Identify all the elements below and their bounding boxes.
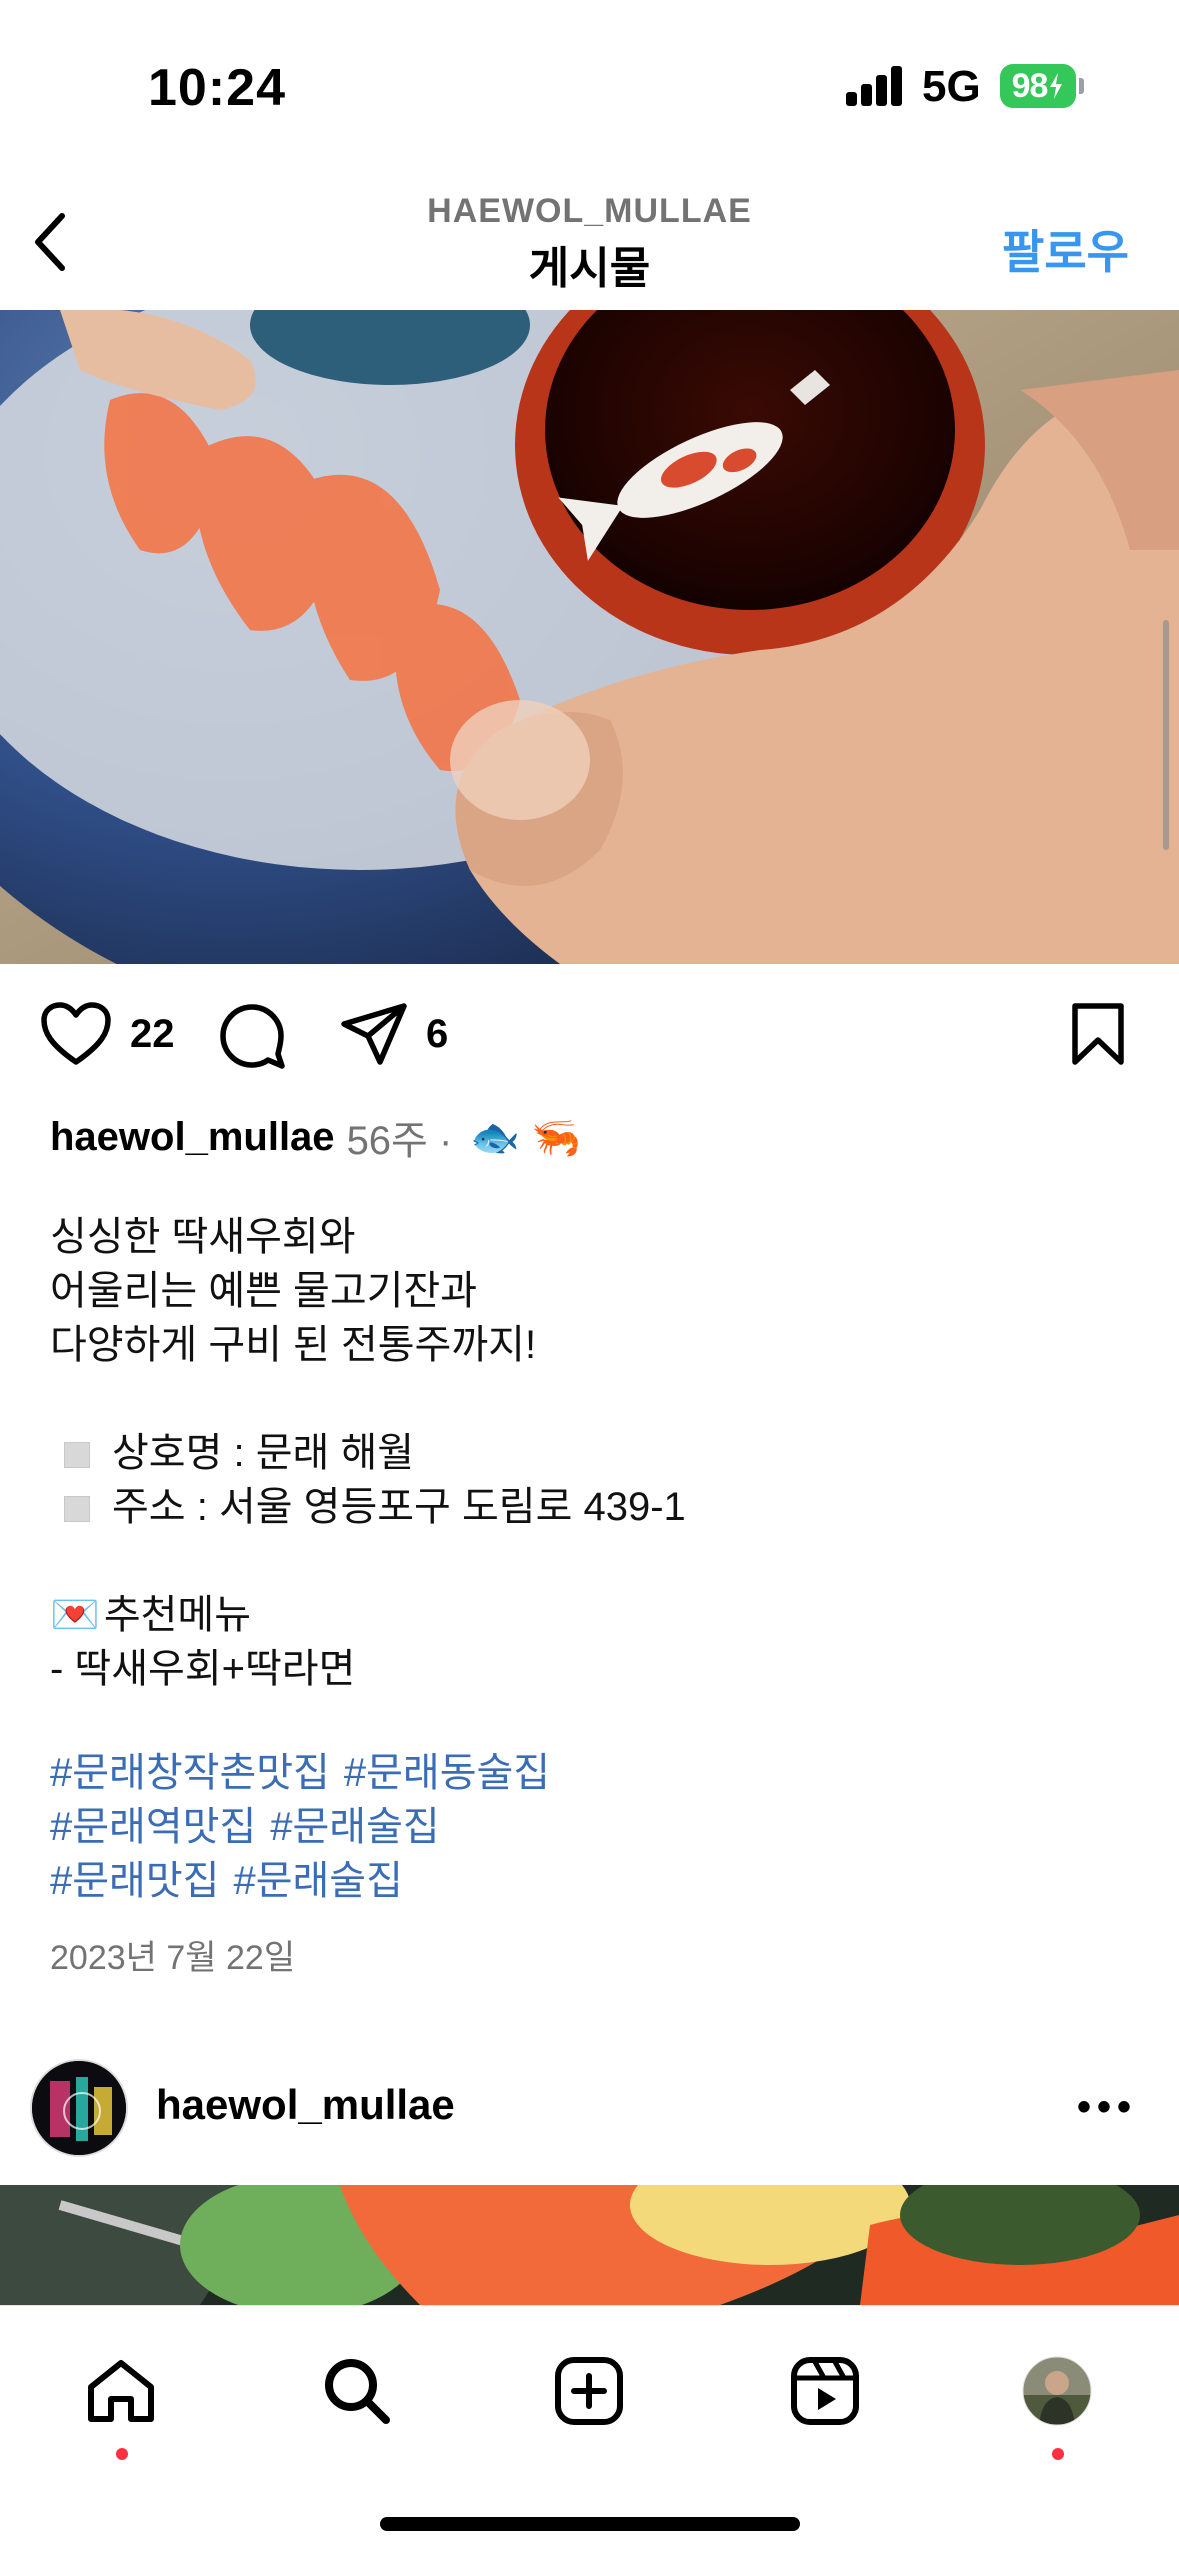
caption-line: 어울리는 예쁜 물고기잔과 [50,1269,478,1313]
search-icon [325,2359,390,2424]
tab-search[interactable] [312,2346,402,2436]
next-post-header: haewol_mullae ••• [0,2055,1179,2185]
caption-line: 싱싱한 딱새우회와 [50,1215,356,1259]
post-date: 2023년 7월 22일 [50,1939,296,1977]
share-button[interactable]: 6 [340,1002,448,1066]
action-row: 22 6 [0,990,1179,1080]
post-emojis: 🐟 🦐 [470,1115,582,1160]
caption-menu-title: 💌 추천메뉴 [50,1588,1130,1642]
hashtags: #문래창작촌맛집 #문래동술집 #문래역맛집 #문래술집 #문래맛집 #문래술집 [50,1746,564,1908]
tab-home[interactable] [76,2346,166,2436]
home-icon [88,2360,154,2422]
menu-item: - 딱새우회+딱라면 [50,1647,356,1691]
save-button[interactable] [1070,1002,1126,1066]
more-options-button[interactable]: ••• [1077,2085,1137,2130]
square-bullet-icon [64,1442,90,1469]
profile-notification-dot [1052,2448,1064,2460]
post-age: 56주 · [346,1119,453,1163]
comment-button[interactable] [218,1002,286,1070]
hashtag-link[interactable]: #문래맛집 [50,1859,219,1903]
create-icon [555,2357,623,2425]
home-notification-dot [116,2448,128,2460]
love-letter-icon: 💌 [50,1593,100,1637]
menu-title: 추천메뉴 [103,1593,252,1637]
comment-icon [220,1004,285,1069]
caption-info-address: 주소 : 서울 영등포구 도림로 439-1 [50,1480,1130,1534]
post-username[interactable]: haewol_mullae [50,1115,335,1160]
follow-button[interactable]: 팔로우 [1002,216,1129,282]
battery-icon: 98 [1000,64,1076,108]
post-meta: haewol_mullae 56주 · 🐟 🦐 [50,1108,581,1166]
battery-level: 98 [1011,66,1049,105]
battery-cap [1079,78,1084,94]
store-name: 상호명 : 문래 해월 [112,1431,415,1475]
tab-create[interactable] [544,2346,634,2436]
next-post-username[interactable]: haewol_mullae [156,2081,455,2129]
hashtag-link[interactable]: #문래술집 [233,1859,402,1903]
network-type: 5G [922,62,981,111]
next-post-image[interactable] [0,2185,1179,2305]
caption-info-name: 상호명 : 문래 해월 [50,1426,1130,1480]
like-button[interactable]: 22 [40,1002,175,1066]
avatar[interactable] [30,2059,128,2157]
reels-icon [791,2357,859,2425]
status-time: 10:24 [148,59,286,117]
tab-reels[interactable] [780,2346,870,2436]
hashtag-link[interactable]: #문래역맛집 [50,1805,256,1849]
store-address: 주소 : 서울 영등포구 도림로 439-1 [112,1485,686,1529]
status-bar: 10:24 5G 98 [0,0,1179,170]
hashtag-link[interactable]: #문래창작촌맛집 [50,1751,330,1795]
caption-line: 다양하게 구비 된 전통주까지! [50,1323,537,1367]
post-caption: 싱싱한 딱새우회와 어울리는 예쁜 물고기잔과 다양하게 구비 된 전통주까지!… [50,1210,1130,1696]
profile-avatar [1022,2356,1092,2426]
signal-icon [846,66,904,106]
bookmark-icon [1072,1003,1124,1065]
hashtag-link[interactable]: #문래동술집 [344,1751,550,1795]
hashtag-link[interactable]: #문래술집 [270,1805,439,1849]
like-count: 22 [130,1011,175,1056]
scroll-indicator[interactable] [1163,620,1169,850]
share-icon [341,1003,407,1065]
square-bullet-icon [64,1496,90,1523]
heart-icon [41,1002,111,1065]
tab-profile[interactable] [1012,2346,1102,2436]
home-indicator[interactable] [380,2517,800,2531]
post-image[interactable] [0,310,1179,964]
post-header: HAEWOL_MULLAE 게시물 팔로우 [0,170,1179,310]
share-count: 6 [426,1011,449,1056]
